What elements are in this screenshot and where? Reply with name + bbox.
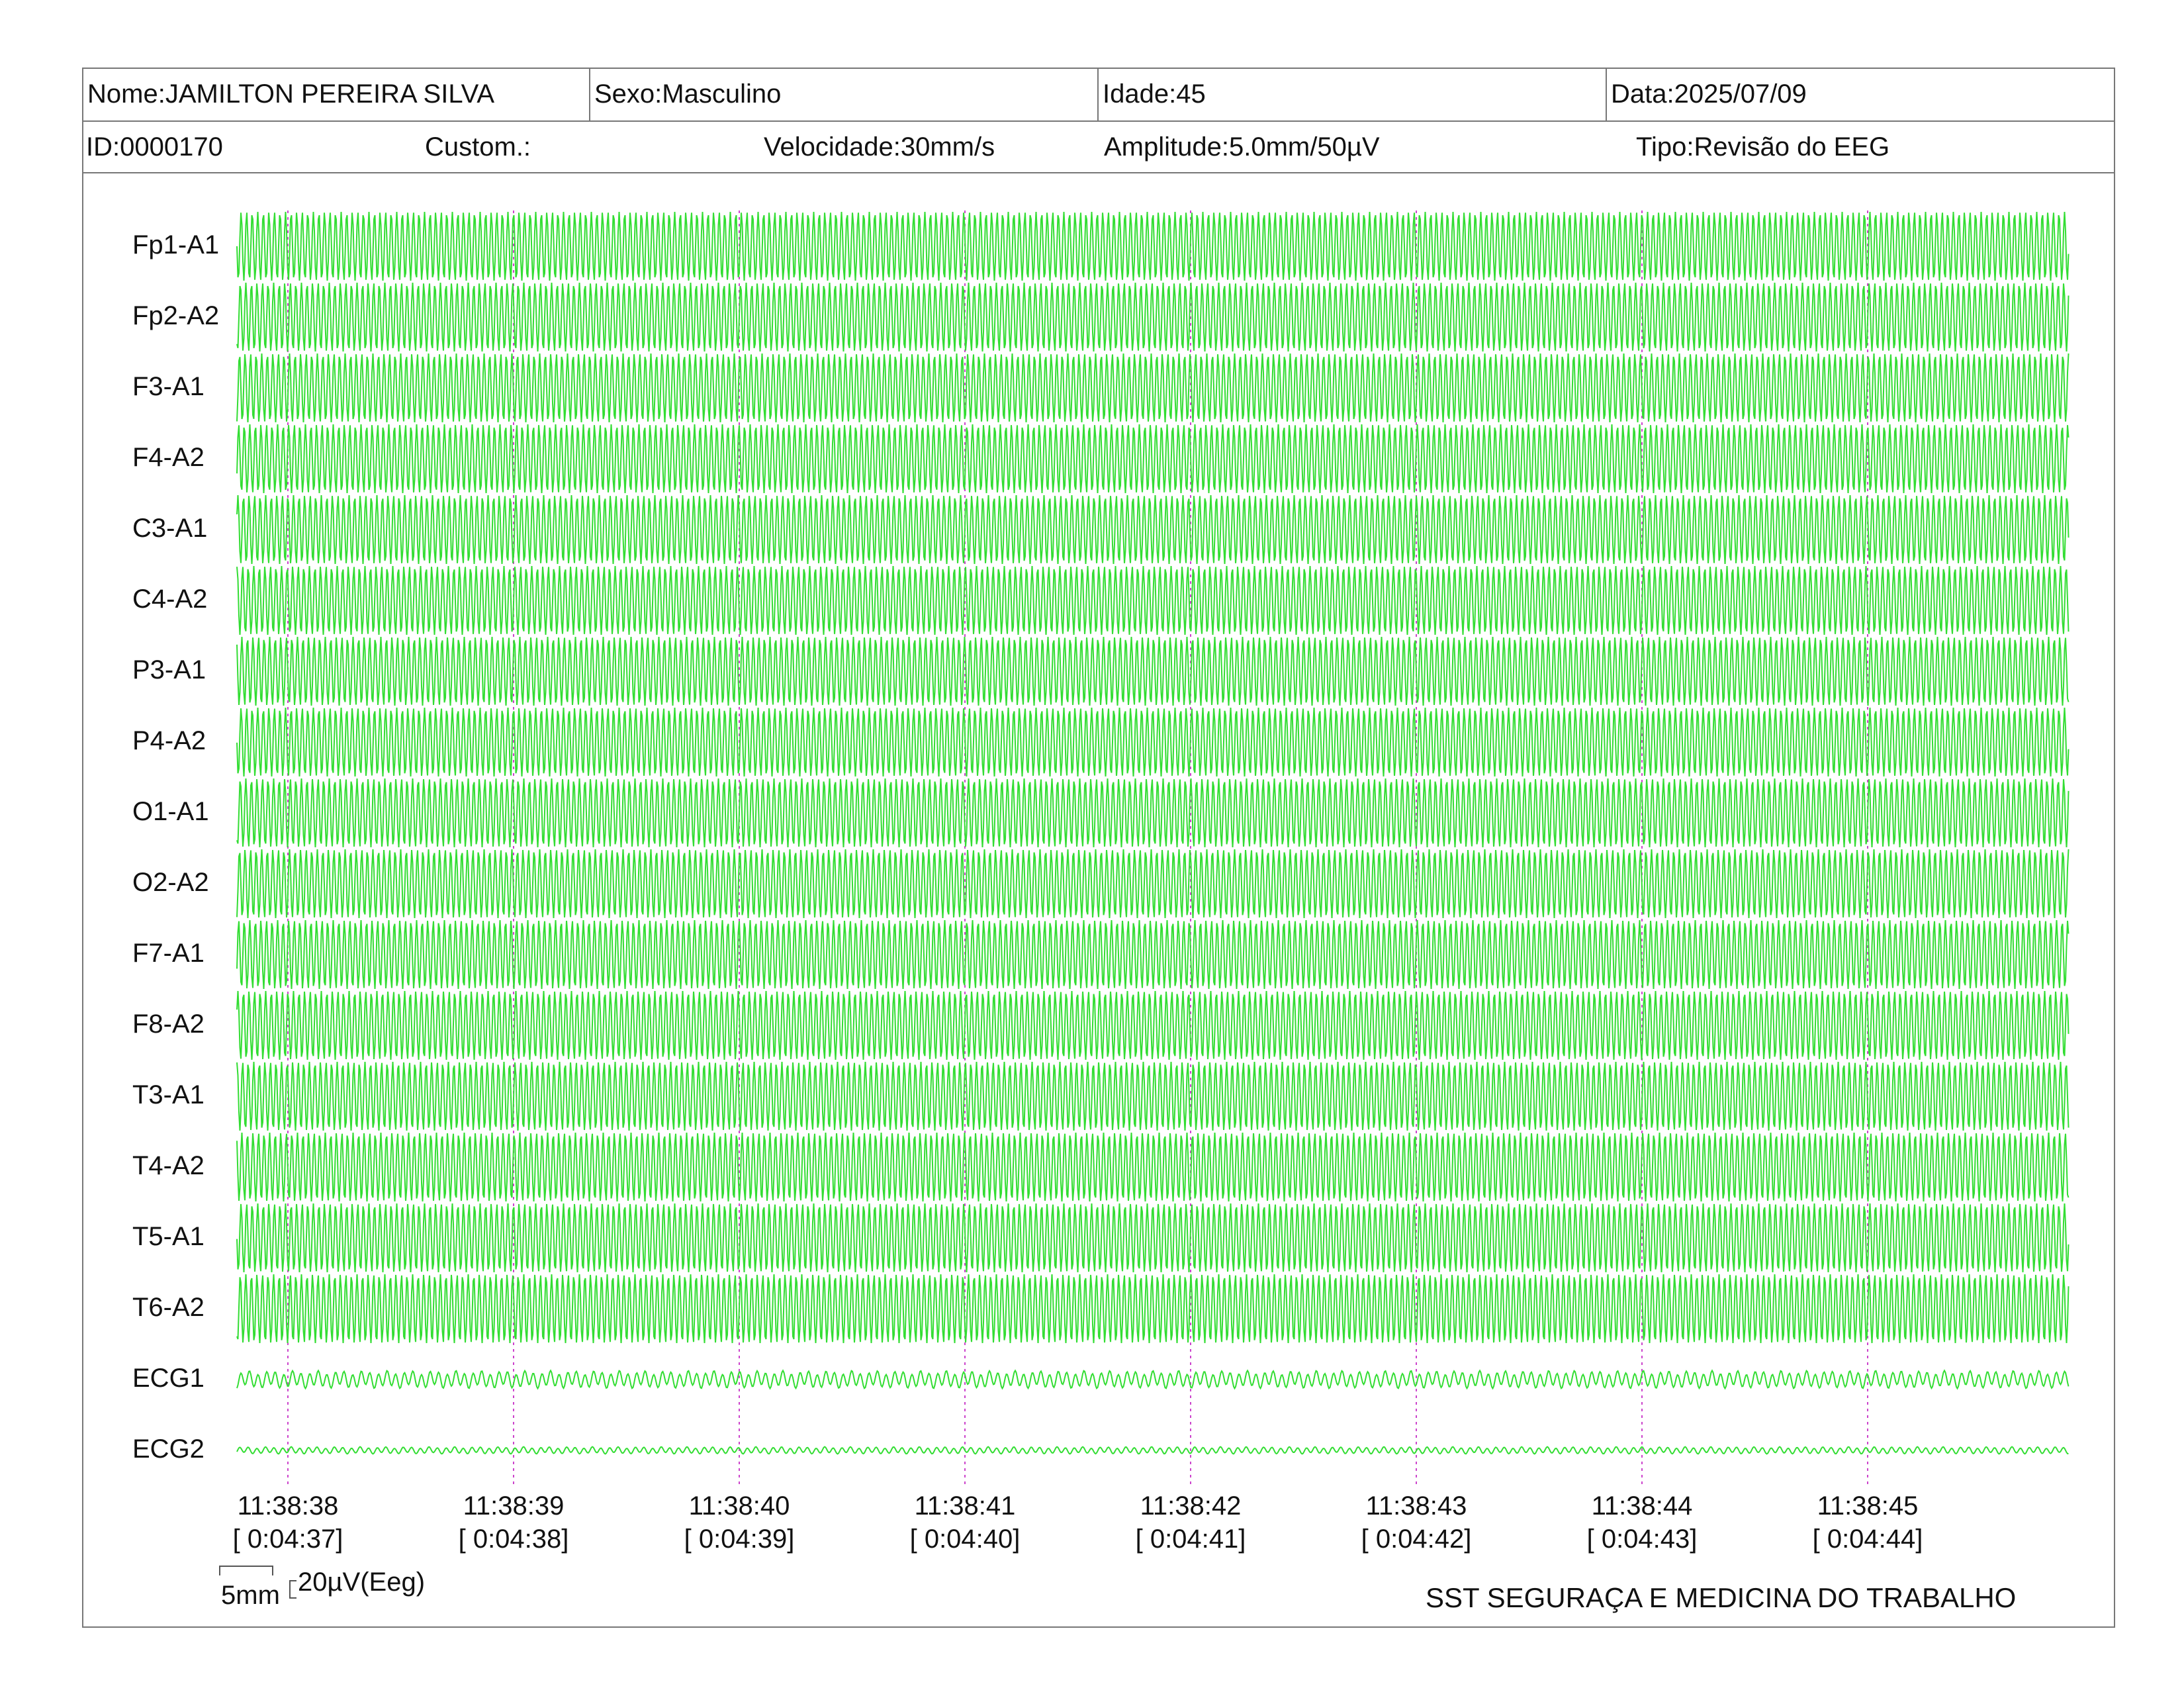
channel-label: Fp1-A1	[132, 230, 220, 259]
time-mark-clock: 11:38:41	[914, 1491, 1016, 1521]
amplitude-scale-label: 20µV(Eeg)	[298, 1568, 426, 1597]
channel-waveform	[236, 636, 2070, 706]
time-mark-elapsed: [ 0:04:40]	[909, 1524, 1021, 1554]
time-mark-elapsed: [ 0:04:41]	[1135, 1524, 1246, 1554]
channel-label: T3-A1	[132, 1080, 205, 1109]
channel-waveform	[236, 494, 2070, 565]
channel-waveform	[236, 849, 2070, 919]
time-mark-clock: 11:38:44	[1591, 1491, 1693, 1521]
time-mark-clock: 11:38:42	[1140, 1491, 1242, 1521]
time-mark-elapsed: [ 0:04:43]	[1586, 1524, 1698, 1554]
channel-waveform	[236, 211, 2070, 281]
time-mark-elapsed: [ 0:04:39]	[684, 1524, 795, 1554]
channel-label: F8-A2	[132, 1009, 205, 1039]
channel-waveform	[236, 707, 2070, 777]
time-mark: 11:38:44[ 0:04:43]	[1563, 1489, 1721, 1556]
channel-label: P4-A2	[132, 726, 206, 755]
time-mark: 11:38:42[ 0:04:41]	[1111, 1489, 1270, 1556]
time-mark-clock: 11:38:43	[1365, 1491, 1467, 1521]
eeg-trace-canvas	[236, 211, 2070, 1488]
channel-label: F4-A2	[132, 443, 205, 472]
channel-label: C3-A1	[132, 514, 208, 543]
channel-waveform	[236, 1274, 2070, 1344]
time-mark: 11:38:41[ 0:04:40]	[886, 1489, 1044, 1556]
channel-label: T4-A2	[132, 1151, 205, 1180]
channel-waveform	[236, 1369, 2070, 1390]
time-mark: 11:38:39[ 0:04:38]	[434, 1489, 593, 1556]
channel-label: C4-A2	[132, 585, 208, 614]
time-mark-clock: 11:38:38	[237, 1491, 339, 1521]
channel-waveform	[236, 1061, 2070, 1131]
channel-waveform	[236, 919, 2070, 990]
channel-label: T5-A1	[132, 1222, 205, 1251]
channel-label: F7-A1	[132, 939, 205, 968]
time-mark: 11:38:40[ 0:04:39]	[660, 1489, 819, 1556]
time-mark-elapsed: [ 0:04:38]	[458, 1524, 569, 1554]
time-mark-clock: 11:38:45	[1817, 1491, 1919, 1521]
time-mark-elapsed: [ 0:04:44]	[1812, 1524, 1923, 1554]
channel-waveform	[236, 990, 2070, 1060]
time-mark: 11:38:43[ 0:04:42]	[1337, 1489, 1496, 1556]
channel-waveform	[236, 778, 2070, 848]
channel-label: T6-A2	[132, 1293, 205, 1322]
time-mark: 11:38:45[ 0:04:44]	[1788, 1489, 1947, 1556]
channel-waveform	[236, 353, 2070, 423]
channel-label: F3-A1	[132, 372, 205, 401]
channel-label: O1-A1	[132, 797, 209, 826]
channel-waveform	[236, 565, 2070, 635]
channel-waveform	[236, 1446, 2069, 1455]
channel-label: O2-A2	[132, 868, 209, 897]
time-mark-elapsed: [ 0:04:42]	[1361, 1524, 1472, 1554]
channel-waveform	[236, 424, 2070, 494]
channel-waveform	[236, 282, 2070, 352]
channel-waveform	[236, 1132, 2070, 1202]
time-mark-clock: 11:38:40	[688, 1491, 790, 1521]
channel-label: Fp2-A2	[132, 301, 220, 330]
time-mark: 11:38:38[ 0:04:37]	[208, 1489, 367, 1556]
footer-organization: SST SEGURAÇA E MEDICINA DO TRABALHO	[1426, 1582, 2017, 1613]
time-mark-clock: 11:38:39	[463, 1491, 565, 1521]
channel-label: ECG1	[132, 1364, 205, 1393]
time-mark-elapsed: [ 0:04:37]	[232, 1524, 343, 1554]
channel-label: ECG2	[132, 1434, 205, 1464]
channel-label: P3-A1	[132, 655, 206, 684]
channel-waveform	[236, 1203, 2070, 1273]
time-scale-label: 5mm	[221, 1581, 280, 1610]
